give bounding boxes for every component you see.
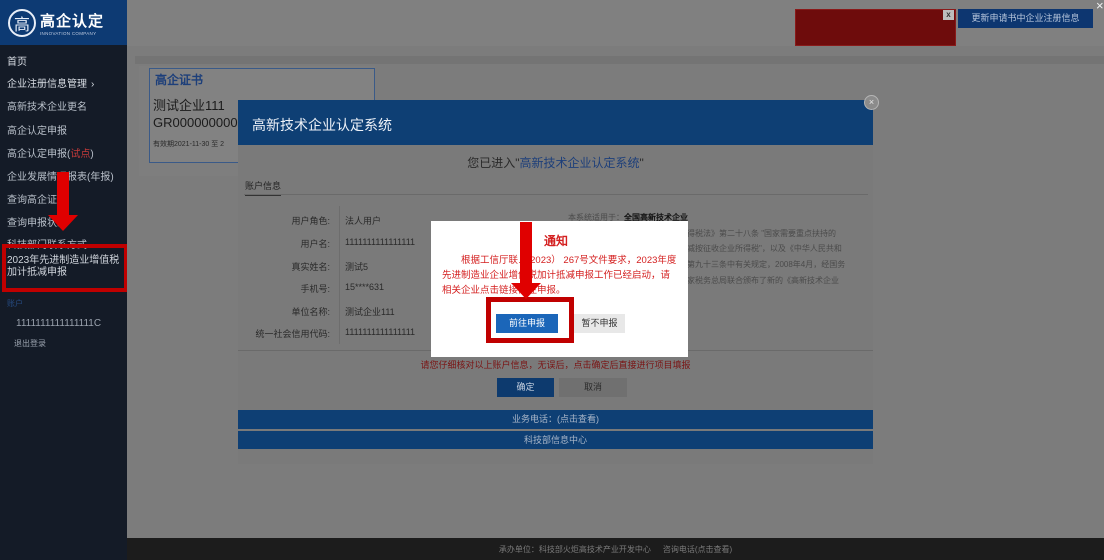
- system-intro-line: 得税法》第二十八条 "国家需要重点扶持的: [687, 229, 837, 238]
- field-label-credit-code: 统一社会信用代码:: [255, 329, 330, 339]
- field-label-username: 用户名:: [300, 239, 330, 249]
- cert-company: 测试企业111: [153, 98, 225, 113]
- popup-body: 根据工信厅联… 2023） 267号文件要求，2023年度先进制造业企业增值税加…: [442, 255, 677, 296]
- logo-subtitle: INNOVATION COMPANY: [40, 30, 97, 36]
- logo-mark-icon: 高: [8, 8, 36, 37]
- logo-title: 高企认定: [40, 12, 105, 30]
- confirm-button[interactable]: 确定: [497, 378, 554, 397]
- tab-account-info[interactable]: 账户信息: [245, 179, 282, 196]
- system-intro-line: 第九十三条中有关规定，2008年4月，经国务: [687, 260, 846, 269]
- sidebar-item-registration[interactable]: 企业注册信息管理 ›: [7, 75, 94, 90]
- field-value-username: 1111111111111111: [345, 237, 416, 247]
- system-intro-line: 减按征收企业所得税"，以及《中华人民共和: [687, 244, 842, 253]
- close-icon[interactable]: x: [943, 10, 954, 20]
- logo[interactable]: 高 高企认定 INNOVATION COMPANY: [0, 0, 127, 45]
- phone-link[interactable]: 业务电话：(点击查看): [238, 410, 873, 429]
- annotation-arrow-icon: [511, 222, 541, 300]
- annotation-highlight-box: [2, 244, 128, 292]
- logout-link[interactable]: 退出登录: [14, 338, 46, 349]
- sidebar-item-rename[interactable]: 高新技术企业更名: [7, 98, 87, 113]
- field-label-role: 用户角色:: [291, 216, 330, 226]
- field-label-phone: 手机号:: [300, 284, 330, 294]
- user-section-label: 账户: [7, 299, 23, 308]
- sidebar-item-apply-pilot[interactable]: 高企认定申报(试点): [7, 145, 94, 160]
- popup-title: 通知: [544, 234, 569, 248]
- field-value-role: 法人用户: [345, 216, 382, 226]
- cert-title: 高企证书: [155, 73, 204, 87]
- chevron-right-icon: ›: [91, 79, 95, 90]
- dialog-welcome: 您已进入"高新技术企业认定系统": [467, 156, 644, 170]
- field-value-unit: 测试企业111: [345, 307, 395, 317]
- cancel-button[interactable]: 取消: [559, 378, 627, 397]
- footer-contact-link[interactable]: 咨询电话(点击查看): [663, 544, 732, 555]
- skip-apply-button[interactable]: 暂不申报: [574, 314, 625, 333]
- annotation-arrow-icon: [48, 172, 78, 232]
- dialog-title: 高新技术企业认定系统: [252, 117, 392, 133]
- sidebar-item-home[interactable]: 首页: [7, 53, 27, 68]
- cert-validity: 有效期2021-11-30 至 2: [153, 141, 225, 148]
- notification-bar: [795, 9, 956, 46]
- field-label-realname: 真实姓名:: [291, 262, 330, 272]
- field-value-realname: 测试5: [345, 262, 369, 272]
- system-intro-line: 家税务总局联合颁布了新的《高新技术企业: [687, 276, 839, 285]
- cert-number: GR000000000: [153, 115, 238, 130]
- update-info-button[interactable]: 更新申请书中企业注册信息: [958, 9, 1093, 28]
- annotation-highlight-box: [486, 297, 574, 343]
- user-id: 1111111111111111C: [16, 318, 102, 329]
- field-value-phone: 15****631: [345, 282, 385, 292]
- footer: 承办单位：科技部火炬高技术产业开发中心 咨询电话(点击查看): [127, 538, 1104, 560]
- sidebar-item-apply[interactable]: 高企认定申报: [7, 122, 67, 137]
- footer-host: 承办单位：科技部火炬高技术产业开发中心: [498, 544, 651, 554]
- dialog-close-icon[interactable]: ×: [864, 95, 879, 110]
- field-value-credit-code: 1111111111111111: [345, 327, 416, 337]
- field-label-unit: 单位名称:: [291, 307, 330, 317]
- dialog-notice: 请您仔细核对以上账户信息，无误后，点击确定后直接进行项目填报: [420, 360, 691, 370]
- info-center-label: 科技部信息中心: [238, 431, 873, 449]
- window-close-icon[interactable]: ×: [1096, 0, 1104, 13]
